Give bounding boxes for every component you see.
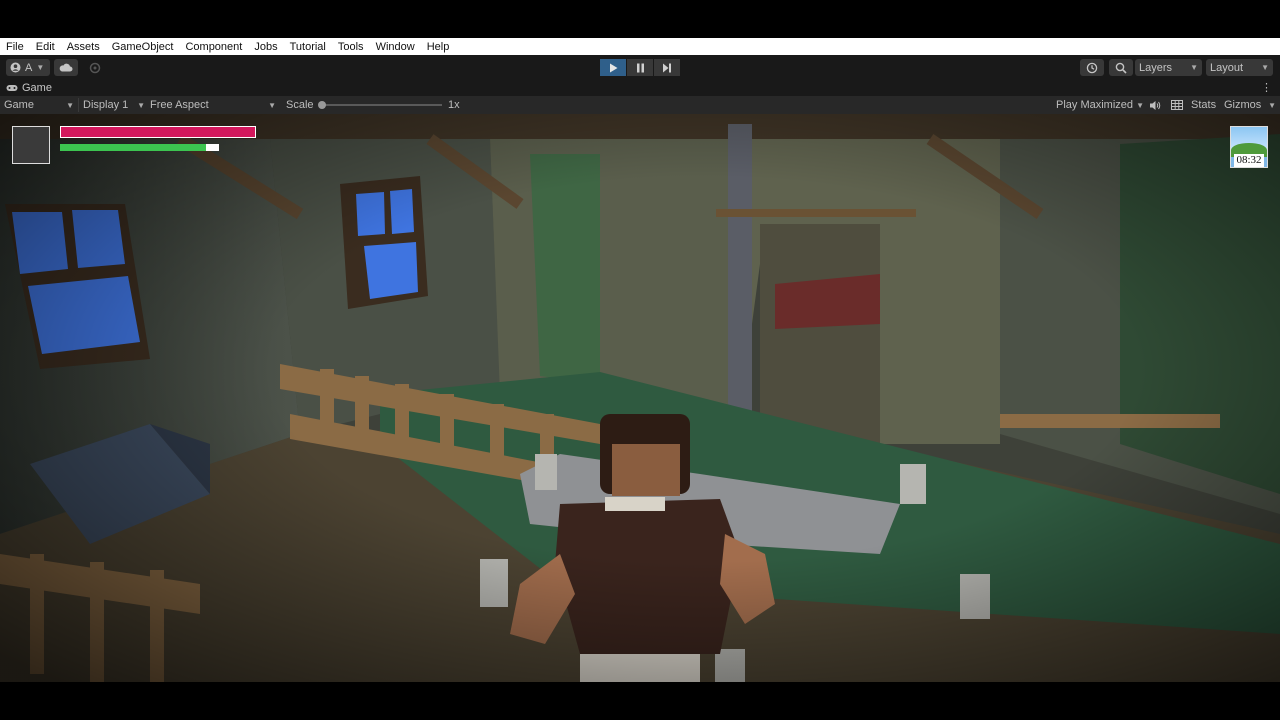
chevron-down-icon: ▼	[36, 63, 45, 72]
stamina-bar-fill	[60, 144, 207, 151]
chevron-down-icon: ▼	[66, 100, 74, 110]
cloud-button[interactable]	[54, 59, 78, 76]
stamina-bar	[60, 144, 219, 151]
letterbox-bottom	[0, 682, 1280, 720]
main-toolbar: A ▼ Layers ▼ Layout ▼	[0, 55, 1280, 80]
search-icon	[1115, 62, 1127, 74]
play-controls	[600, 59, 680, 76]
step-button[interactable]	[654, 59, 680, 76]
play-mode-label: Play Maximized	[1056, 99, 1134, 111]
health-bar-fill	[61, 127, 255, 137]
menu-component[interactable]: Component	[179, 41, 248, 53]
chevron-down-icon: ▼	[268, 100, 276, 110]
scale-value: 1x	[448, 99, 460, 111]
tab-bar: Game ⋮	[0, 80, 1280, 96]
chevron-down-icon: ▼	[1190, 63, 1198, 72]
history-icon	[1086, 62, 1098, 73]
chevron-down-icon: ▼	[1261, 63, 1269, 72]
display-label: Display 1	[83, 99, 129, 111]
layout-dropdown[interactable]: Layout ▼	[1206, 59, 1273, 76]
menu-bar: File Edit Assets GameObject Component Jo…	[0, 38, 1280, 55]
chevron-down-icon: ▼	[1268, 100, 1276, 110]
collab-button[interactable]	[83, 59, 107, 76]
divider	[78, 98, 79, 112]
menu-assets[interactable]: Assets	[61, 41, 106, 53]
aspect-label: Free Aspect	[150, 99, 209, 111]
tab-game-label: Game	[22, 82, 52, 94]
game-viewport[interactable]	[0, 114, 1280, 682]
menu-help[interactable]: Help	[421, 41, 456, 53]
search-button[interactable]	[1109, 59, 1133, 76]
menu-jobs[interactable]: Jobs	[248, 41, 283, 53]
game-mode-label: Game	[4, 99, 34, 111]
menu-tutorial[interactable]: Tutorial	[284, 41, 332, 53]
game-mode-dropdown[interactable]: Game ▼	[4, 98, 74, 112]
layers-dropdown[interactable]: Layers ▼	[1135, 59, 1202, 76]
menu-edit[interactable]: Edit	[30, 41, 61, 53]
account-dropdown[interactable]: A ▼	[6, 59, 50, 76]
clock-time: 08:32	[1234, 154, 1264, 167]
letterbox-top	[0, 0, 1280, 38]
menu-window[interactable]: Window	[370, 41, 421, 53]
scale-slider-handle[interactable]	[318, 101, 326, 109]
kebab-icon[interactable]: ⋮	[1261, 81, 1272, 94]
game-tab-icon	[6, 85, 18, 91]
account-icon	[10, 62, 21, 73]
pause-button[interactable]	[627, 59, 653, 76]
account-label: A	[25, 61, 33, 74]
collab-icon	[89, 62, 101, 73]
layout-label: Layout	[1210, 61, 1244, 74]
scale-label: Scale	[286, 99, 314, 111]
step-icon	[663, 63, 671, 72]
scale-slider-track[interactable]	[322, 104, 442, 106]
game-scene	[0, 114, 1280, 682]
tab-game[interactable]: Game	[0, 80, 58, 96]
aspect-dropdown[interactable]: Free Aspect ▼	[150, 98, 276, 112]
audio-icon	[1150, 100, 1161, 110]
day-clock-widget: 08:32	[1230, 126, 1268, 168]
inventory-slot[interactable]	[12, 126, 50, 164]
health-bar	[60, 126, 256, 138]
gizmos-label: Gizmos	[1224, 99, 1262, 111]
display-dropdown[interactable]: Display 1 ▼	[83, 98, 145, 112]
stats-grid-button[interactable]	[1171, 98, 1183, 112]
cloud-icon	[59, 63, 73, 72]
chevron-down-icon: ▼	[1136, 100, 1144, 110]
play-mode-dropdown[interactable]: Play Maximized ▼	[1056, 98, 1144, 112]
stats-grid-icon	[1171, 100, 1183, 110]
chevron-down-icon: ▼	[137, 100, 145, 110]
menu-file[interactable]: File	[0, 41, 30, 53]
pause-icon	[636, 63, 644, 72]
stats-button[interactable]: Stats	[1191, 98, 1216, 112]
mute-audio-button[interactable]	[1149, 98, 1161, 112]
menu-tools[interactable]: Tools	[332, 41, 370, 53]
play-button[interactable]	[600, 59, 626, 76]
menu-gameobject[interactable]: GameObject	[106, 41, 180, 53]
layers-label: Layers	[1139, 61, 1173, 74]
gizmos-dropdown[interactable]: Gizmos ▼	[1224, 98, 1276, 112]
play-icon	[609, 63, 617, 72]
game-view-toolbar: Game ▼ Display 1 ▼ Free Aspect ▼ Scale 1…	[0, 96, 1280, 114]
history-button[interactable]	[1080, 59, 1104, 76]
